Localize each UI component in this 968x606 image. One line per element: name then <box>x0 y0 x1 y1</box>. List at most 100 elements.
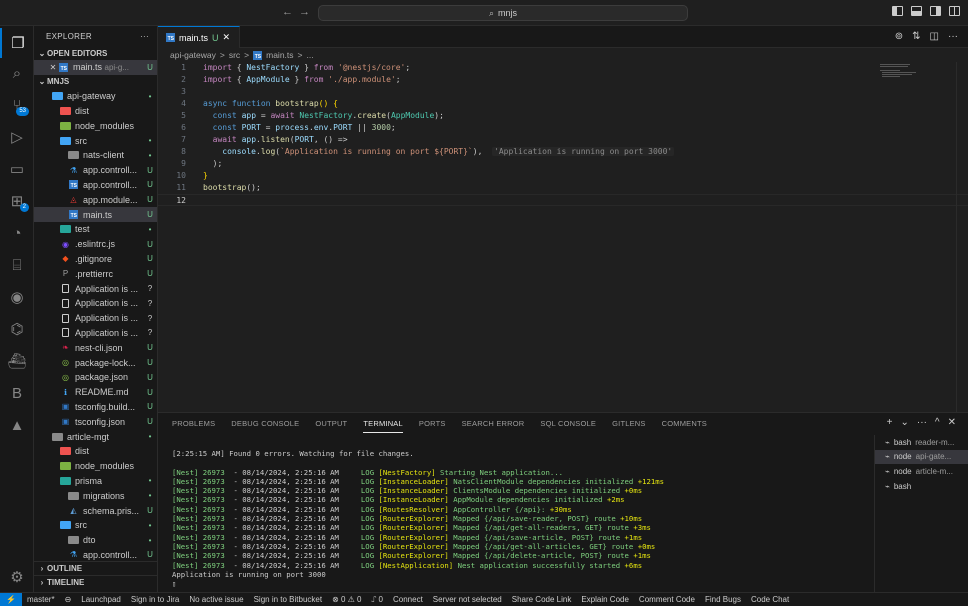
accounts-gear-icon[interactable]: ⚙ <box>0 562 34 592</box>
tree-item[interactable]: prisma • <box>34 474 157 489</box>
new-terminal-icon[interactable]: + <box>887 417 893 428</box>
tree-item[interactable]: ◉ .eslintrc.js U <box>34 237 157 252</box>
minimap[interactable] <box>880 62 930 82</box>
ports-status[interactable]: ⑀ 0 <box>367 595 388 604</box>
open-editor-item[interactable]: ✕ TS main.ts api-g... U <box>34 60 157 75</box>
tree-item[interactable]: ◎ package.json U <box>34 370 157 385</box>
panel-more-icon[interactable]: ··· <box>917 417 927 428</box>
workspace-root-section[interactable]: ⌄ MNJS <box>34 75 157 89</box>
tree-item[interactable]: ◆ .gitignore U <box>34 252 157 267</box>
tab-sql-console[interactable]: SQL CONSOLE <box>540 419 596 433</box>
sync-status[interactable]: ⊖ <box>60 595 77 604</box>
tree-item[interactable]: ▣ tsconfig.build... U <box>34 400 157 415</box>
toggle-primary-sidebar-icon[interactable] <box>892 6 903 16</box>
timeline-section[interactable]: › TIMELINE <box>34 575 157 589</box>
compare-changes-icon[interactable]: ⇅ <box>912 31 920 42</box>
bitbucket-sign-in[interactable]: Sign in to Bitbucket <box>249 595 327 604</box>
tree-item[interactable]: src • <box>34 133 157 148</box>
bitbucket-icon[interactable]: B <box>0 378 34 408</box>
tree-item[interactable]: Application is ...? <box>34 311 157 326</box>
tree-item[interactable]: article-mgt • <box>34 429 157 444</box>
close-icon[interactable]: ✕ <box>48 63 58 72</box>
database-icon[interactable]: ⌸ <box>0 250 34 280</box>
tree-item[interactable]: ℹ README.md U <box>34 385 157 400</box>
tree-item[interactable]: dto • <box>34 533 157 548</box>
back-arrow-icon[interactable]: ← <box>282 6 299 18</box>
tree-item[interactable]: src • <box>34 518 157 533</box>
sql-server-status[interactable]: Server not selected <box>428 595 507 604</box>
tab-gitlens[interactable]: GITLENS <box>612 419 646 433</box>
breadcrumb-item[interactable]: api-gateway <box>170 50 216 60</box>
tree-item[interactable]: ◎ package-lock... U <box>34 355 157 370</box>
terminal-instance[interactable]: ⌁ node article-m... <box>875 464 968 479</box>
customize-layout-icon[interactable] <box>949 6 960 16</box>
tree-item[interactable]: TS app.controll... U <box>34 178 157 193</box>
tab-search-error[interactable]: SEARCH ERROR <box>462 419 525 433</box>
toggle-secondary-sidebar-icon[interactable] <box>930 6 941 16</box>
docker-icon[interactable]: ⛴ <box>0 346 34 376</box>
tree-item[interactable]: ▣ tsconfig.json U <box>34 414 157 429</box>
terminal-instance[interactable]: ⌁ bash <box>875 479 968 494</box>
gitlens-icon[interactable]: ◔ <box>0 218 34 248</box>
timeline-icon[interactable]: ◉ <box>0 282 34 312</box>
tree-item[interactable]: dist <box>34 444 157 459</box>
terminal-instance[interactable]: ⌁ bash reader-m... <box>875 435 968 450</box>
remote-explorer-icon[interactable]: ▭ <box>0 154 34 184</box>
breadcrumb-item[interactable]: src <box>229 50 240 60</box>
tree-item[interactable]: Application is ...? <box>34 326 157 341</box>
extensions-icon[interactable]: ⊞ 2 <box>0 186 34 216</box>
explorer-more-icon[interactable]: ··· <box>140 32 149 41</box>
tree-item[interactable]: migrations • <box>34 488 157 503</box>
terminal-instance[interactable]: ⌁ node api-gate... <box>875 449 968 465</box>
code-editor[interactable]: 1 import { NestFactory } from '@nestjs/co… <box>158 62 968 412</box>
open-editors-section[interactable]: ⌄ OPEN EDITORS <box>34 46 157 60</box>
close-panel-icon[interactable]: ✕ <box>948 417 956 428</box>
tab-debug-console[interactable]: DEBUG CONSOLE <box>231 419 299 433</box>
copilot-icon[interactable]: ⊚ <box>895 31 903 42</box>
maximize-panel-icon[interactable]: ^ <box>935 417 940 428</box>
explain-code[interactable]: Explain Code <box>576 595 634 604</box>
split-editor-icon[interactable]: ◫ <box>930 31 939 42</box>
tab-terminal[interactable]: TERMINAL <box>363 419 403 433</box>
search-icon[interactable]: ⌕ <box>0 58 34 88</box>
jira-sign-in[interactable]: Sign in to Jira <box>126 595 184 604</box>
tree-item[interactable]: Application is ...? <box>34 296 157 311</box>
tree-item[interactable]: dist <box>34 104 157 119</box>
problems-status[interactable]: ⊗ 0 ⚠ 0 <box>327 595 366 604</box>
forward-arrow-icon[interactable]: → <box>299 6 316 18</box>
tree-item[interactable]: ◭ schema.pris... U <box>34 503 157 518</box>
launchpad-status[interactable]: Launchpad <box>76 595 126 604</box>
find-bugs[interactable]: Find Bugs <box>700 595 746 604</box>
explorer-icon[interactable]: ❐ <box>0 28 34 58</box>
source-control-icon[interactable]: ⑂ 53 <box>0 90 34 120</box>
branch-status[interactable]: master* <box>22 595 60 604</box>
comment-code[interactable]: Comment Code <box>634 595 700 604</box>
tree-item[interactable]: TS main.ts U <box>34 207 157 222</box>
python-icon[interactable]: ⌬ <box>0 314 34 344</box>
tests-icon[interactable]: ▲ <box>0 410 34 440</box>
tab-main-ts[interactable]: TS main.ts U ✕ <box>158 26 240 48</box>
run-debug-icon[interactable]: ▷ <box>0 122 34 152</box>
tree-item[interactable]: api-gateway • <box>34 89 157 104</box>
code-chat[interactable]: Code Chat <box>746 595 794 604</box>
tab-output[interactable]: OUTPUT <box>315 419 347 433</box>
tree-item[interactable]: P .prettierrc U <box>34 266 157 281</box>
tab-comments[interactable]: COMMENTS <box>662 419 707 433</box>
tree-item[interactable]: nats-client • <box>34 148 157 163</box>
toggle-panel-icon[interactable] <box>911 6 922 16</box>
breadcrumb-item[interactable]: main.ts <box>266 50 293 60</box>
remote-indicator-icon[interactable]: ⚡ <box>0 593 22 606</box>
outline-section[interactable]: › OUTLINE <box>34 561 157 575</box>
tree-item[interactable]: test • <box>34 222 157 237</box>
tree-item[interactable]: ❧ nest-cli.json U <box>34 340 157 355</box>
tab-problems[interactable]: PROBLEMS <box>172 419 215 433</box>
editor-scrollbar[interactable] <box>956 62 968 412</box>
breadcrumb-item[interactable]: ... <box>307 50 314 60</box>
tree-item[interactable]: node_modules <box>34 118 157 133</box>
tree-item[interactable]: ◬ app.module... U <box>34 192 157 207</box>
share-code-link[interactable]: Share Code Link <box>507 595 577 604</box>
connect-status[interactable]: Connect <box>388 595 428 604</box>
tree-item[interactable]: ⚗ app.controll... U <box>34 163 157 178</box>
tab-ports[interactable]: PORTS <box>419 419 446 433</box>
more-actions-icon[interactable]: ··· <box>948 31 958 42</box>
